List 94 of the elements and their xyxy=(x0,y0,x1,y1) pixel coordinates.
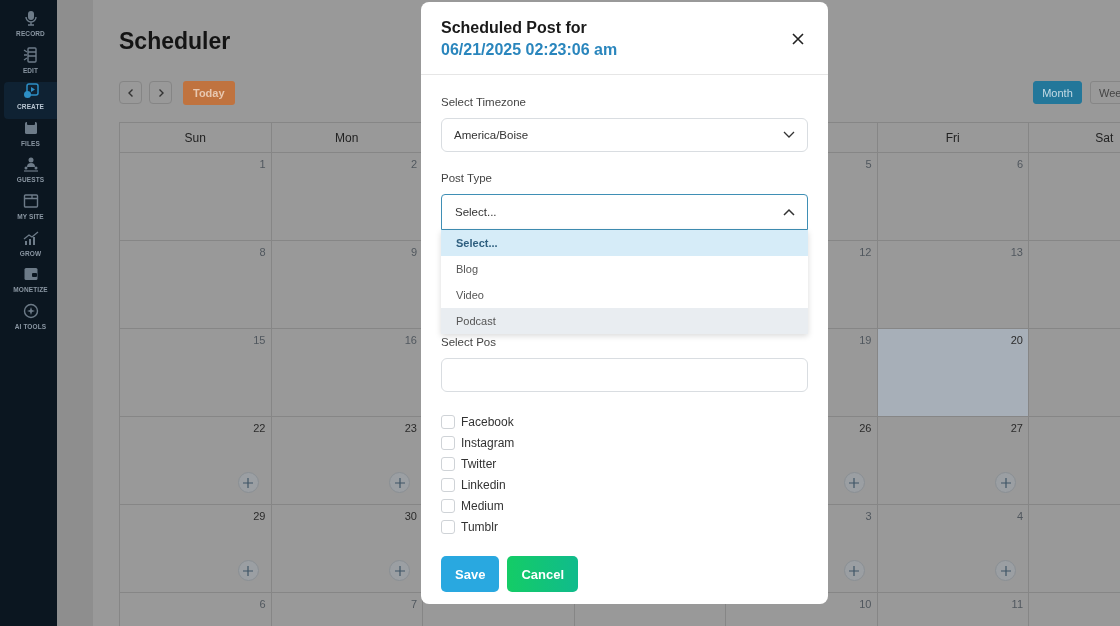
plus-icon xyxy=(849,565,859,576)
day-number: 19 xyxy=(859,334,872,346)
calendar-cell[interactable]: 6 xyxy=(120,593,272,626)
weekday-header: Fri xyxy=(877,123,1029,153)
chevron-up-icon xyxy=(783,208,795,216)
field-label: Select Pos xyxy=(441,335,497,350)
calendar-cell[interactable]: 11 xyxy=(877,593,1029,626)
calendar-cell[interactable]: 1 xyxy=(120,153,272,241)
checkbox-label: Instagram xyxy=(461,435,515,450)
chevron-down-icon xyxy=(783,131,795,139)
day-number: 6 xyxy=(259,598,266,610)
browser-window-icon xyxy=(22,192,39,209)
add-post-button[interactable] xyxy=(843,560,865,581)
calendar-cell[interactable]: 8 xyxy=(120,241,272,329)
plus-icon xyxy=(394,477,405,488)
day-number: 22 xyxy=(253,422,266,434)
day-number: 5 xyxy=(865,158,872,170)
day-number: 30 xyxy=(404,510,417,522)
input-field[interactable] xyxy=(441,358,808,392)
previous-button[interactable] xyxy=(119,81,142,104)
people-icon xyxy=(22,156,39,173)
day-number: 11 xyxy=(1011,598,1023,610)
plus-icon xyxy=(394,565,405,576)
add-post-button[interactable] xyxy=(237,560,259,581)
sparkle-circle-icon xyxy=(22,302,39,319)
day-number: 29 xyxy=(253,510,266,522)
day-number: 20 xyxy=(1010,334,1023,346)
plus-icon xyxy=(849,477,859,488)
checkbox[interactable] xyxy=(441,498,455,513)
dropdown-option[interactable]: Video xyxy=(441,282,808,308)
page-title: Scheduler xyxy=(119,28,231,54)
day-number: 13 xyxy=(1010,246,1023,258)
day-number: 7 xyxy=(410,598,417,610)
calendar-cell[interactable]: 27 xyxy=(877,417,1029,505)
calendar-cell[interactable]: 29 xyxy=(120,505,272,593)
add-post-button[interactable] xyxy=(995,472,1016,493)
calendar-cell[interactable]: 22 xyxy=(120,417,272,505)
view-tab[interactable]: Month xyxy=(1033,81,1082,104)
weekday-header: Sun xyxy=(120,123,272,153)
add-post-button[interactable] xyxy=(389,472,410,493)
calendar-cell[interactable]: 15 xyxy=(120,329,272,417)
checkbox[interactable] xyxy=(441,477,455,492)
day-number: 4 xyxy=(1016,510,1023,522)
play-square-icon xyxy=(22,83,39,100)
checkbox[interactable] xyxy=(441,456,455,471)
dialog-title: Scheduled Post for xyxy=(441,18,588,38)
field-label: Post Type xyxy=(441,171,493,186)
day-number: 12 xyxy=(859,246,872,258)
checkbox[interactable] xyxy=(441,435,455,450)
day-number: 9 xyxy=(410,246,417,258)
day-number: 6 xyxy=(1016,158,1023,170)
day-number: 23 xyxy=(404,422,417,434)
wallet-icon xyxy=(22,266,39,283)
dropdown-option[interactable]: Podcast xyxy=(441,308,808,334)
field-label: Select Timezone xyxy=(441,95,527,110)
add-post-button[interactable] xyxy=(389,560,410,581)
calendar-cell[interactable]: 20 xyxy=(877,329,1029,417)
day-number: 1 xyxy=(259,158,266,170)
checkbox-label: Medium xyxy=(461,498,504,513)
weekday-header: Sat xyxy=(1029,123,1120,153)
dropdown-option[interactable]: Select... xyxy=(441,230,808,256)
day-number: 27 xyxy=(1010,422,1023,434)
save-button[interactable]: Save xyxy=(441,556,500,592)
day-number: 8 xyxy=(259,246,266,258)
day-number: 15 xyxy=(253,334,266,346)
plus-icon xyxy=(243,565,253,576)
mic-icon xyxy=(22,10,39,26)
close-icon xyxy=(792,33,804,45)
day-number: 3 xyxy=(865,510,872,522)
select-field[interactable]: America/Boise xyxy=(441,118,808,152)
plus-icon xyxy=(243,477,253,488)
day-number: 26 xyxy=(859,422,872,434)
next-button[interactable] xyxy=(149,81,172,104)
checkbox-label: Tumblr xyxy=(461,519,498,534)
checkbox[interactable] xyxy=(441,519,455,534)
calendar-cell[interactable]: 6 xyxy=(877,153,1029,241)
checkbox-label: Twitter xyxy=(461,456,497,471)
select-field[interactable]: Select... xyxy=(441,194,808,230)
day-number: 10 xyxy=(859,598,872,610)
day-number: 16 xyxy=(404,334,417,346)
checkbox-label: Linkedin xyxy=(461,477,506,492)
add-post-button[interactable] xyxy=(237,472,259,493)
plus-icon xyxy=(1000,565,1011,576)
add-post-button[interactable] xyxy=(843,472,865,493)
dialog-datetime: 06/21/2025 02:23:06 am xyxy=(441,40,618,60)
bar-chart-icon xyxy=(22,229,39,246)
checkbox[interactable] xyxy=(441,414,455,429)
film-icon xyxy=(22,46,39,63)
folder-icon xyxy=(22,119,39,136)
checkbox-label: Facebook xyxy=(461,414,514,429)
plus-icon xyxy=(1000,477,1011,488)
day-number: 2 xyxy=(410,158,417,170)
dropdown-option[interactable]: Blog xyxy=(441,256,808,282)
add-post-button[interactable] xyxy=(995,560,1016,581)
